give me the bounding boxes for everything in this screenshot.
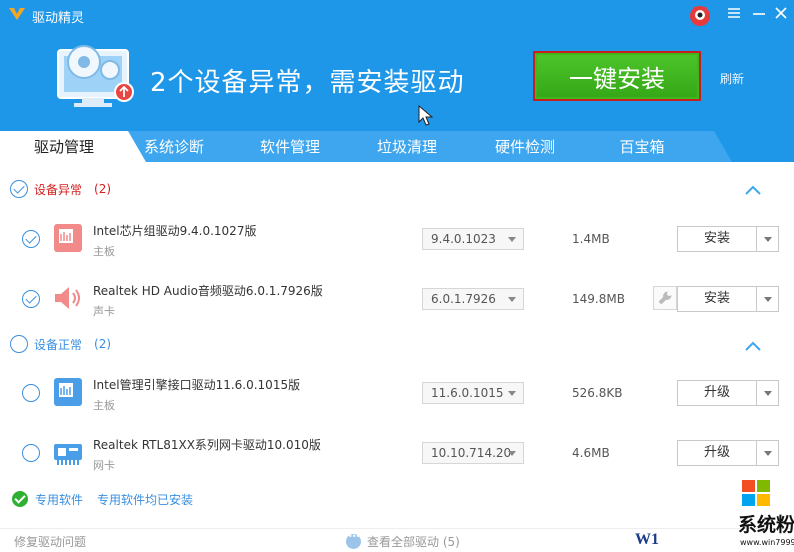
wrench-icon[interactable] (653, 286, 677, 310)
app-logo-icon (9, 8, 25, 20)
version-dropdown[interactable]: 11.6.0.1015 (422, 382, 524, 404)
chipset-icon (54, 378, 82, 406)
tab-system-diagnosis[interactable]: 系统诊断 (128, 131, 220, 162)
driver-size: 1.4MB (572, 232, 610, 246)
tab-hardware-detection[interactable]: 硬件检测 (479, 131, 571, 162)
tab-junk-cleanup[interactable]: 垃圾清理 (361, 131, 453, 162)
speaker-icon (55, 287, 80, 309)
version-dropdown[interactable]: 10.10.714.20 (422, 442, 524, 464)
tab-toolbox[interactable]: 百宝箱 (596, 131, 688, 162)
collapse-normal-icon[interactable] (744, 340, 762, 352)
app-title: 驱动精灵 (32, 11, 85, 26)
close-icon[interactable] (774, 6, 788, 20)
driver-size: 149.8MB (572, 292, 625, 306)
special-software-status-text: 专用软件均已安装 (97, 492, 194, 507)
special-software-status: 专用软件 专用软件均已安装 (12, 490, 193, 508)
main-tabs: 驱动管理 系统诊断 软件管理 垃圾清理 硬件检测 百宝箱 (0, 131, 794, 162)
watermark-url: www.win7999.com (740, 538, 794, 547)
driver-row-checkbox[interactable] (22, 444, 40, 462)
one-click-install-button[interactable]: 一键安装 (533, 51, 701, 101)
driver-row-checkbox[interactable] (22, 230, 40, 248)
mouse-cursor-icon (418, 105, 434, 126)
section-abnormal-checkbox[interactable] (10, 180, 28, 198)
driver-row: Realtek RTL81XX系列网卡驱动10.010版 网卡 10.10.71… (0, 424, 794, 482)
install-button[interactable]: 安装 (677, 226, 779, 252)
driver-name: Realtek RTL81XX系列网卡驱动10.010版 (93, 438, 321, 452)
repair-drivers-link[interactable]: 修复驱动问题 (14, 533, 86, 550)
chevron-down-icon[interactable] (756, 287, 778, 311)
tab-driver-management[interactable]: 驱动管理 (0, 131, 146, 162)
chevron-down-icon[interactable] (756, 381, 778, 405)
driver-row: Intel芯片组驱动9.4.0.1027版 主板 9.4.0.1023 1.4M… (0, 210, 794, 268)
watermark-text: 系统粉 (738, 514, 794, 536)
driver-row: Intel管理引擎接口驱动11.6.0.1015版 主板 11.6.0.1015… (0, 364, 794, 422)
minimize-icon[interactable] (752, 6, 766, 20)
chevron-down-icon[interactable] (756, 227, 778, 251)
collapse-abnormal-icon[interactable] (744, 184, 762, 196)
driver-name: Realtek HD Audio音频驱动6.0.1.7926版 (93, 284, 323, 298)
section-normal-title: 设备正常 (34, 337, 83, 352)
driver-size: 526.8KB (572, 386, 623, 400)
section-normal-count: (2) (94, 337, 112, 351)
section-normal-checkbox[interactable] (10, 335, 28, 353)
section-abnormal-count: (2) (94, 182, 112, 196)
win-badge-text: W1 (635, 531, 659, 548)
view-all-drivers-link[interactable]: 查看全部驱动 (5) (346, 532, 460, 550)
footer-bar: 修复驱动问题 查看全部驱动 (5) W1 (0, 528, 794, 552)
driver-category: 网卡 (93, 459, 115, 472)
version-dropdown[interactable]: 6.0.1.7926 (422, 288, 524, 310)
chipset-icon (54, 224, 82, 252)
chevron-down-icon[interactable] (756, 441, 778, 465)
section-abnormal-title: 设备异常 (34, 182, 83, 197)
driver-row: Realtek HD Audio音频驱动6.0.1.7926版 声卡 6.0.1… (0, 270, 794, 328)
section-normal-header[interactable]: 设备正常 (2) (10, 334, 111, 354)
version-dropdown[interactable]: 9.4.0.1023 (422, 228, 524, 250)
special-software-label[interactable]: 专用软件 (35, 491, 83, 508)
device-warning-illustration (57, 45, 134, 107)
refresh-link[interactable]: 刷新 (720, 70, 744, 87)
driver-name: Intel芯片组驱动9.4.0.1027版 (93, 224, 257, 238)
upgrade-button[interactable]: 升级 (677, 380, 779, 406)
mascot-icon[interactable] (688, 3, 712, 27)
tab-software-management[interactable]: 软件管理 (244, 131, 336, 162)
driver-category: 声卡 (93, 305, 115, 318)
check-circle-icon (12, 491, 28, 507)
network-card-icon (54, 444, 82, 465)
driver-row-checkbox[interactable] (22, 384, 40, 402)
driver-category: 主板 (93, 245, 115, 258)
one-click-install-label: 一键安装 (569, 64, 665, 93)
driver-size: 4.6MB (572, 446, 610, 460)
more-dots-icon (346, 532, 361, 549)
upgrade-button[interactable]: 升级 (677, 440, 779, 466)
driver-name: Intel管理引擎接口驱动11.6.0.1015版 (93, 378, 301, 392)
menu-icon[interactable] (727, 6, 741, 20)
driver-category: 主板 (93, 399, 115, 412)
install-button[interactable]: 安装 (677, 286, 779, 312)
section-abnormal-header[interactable]: 设备异常 (2) (10, 179, 111, 199)
banner-headline: 2个设备异常，需安装驱动 (150, 68, 465, 98)
driver-row-checkbox[interactable] (22, 290, 40, 308)
